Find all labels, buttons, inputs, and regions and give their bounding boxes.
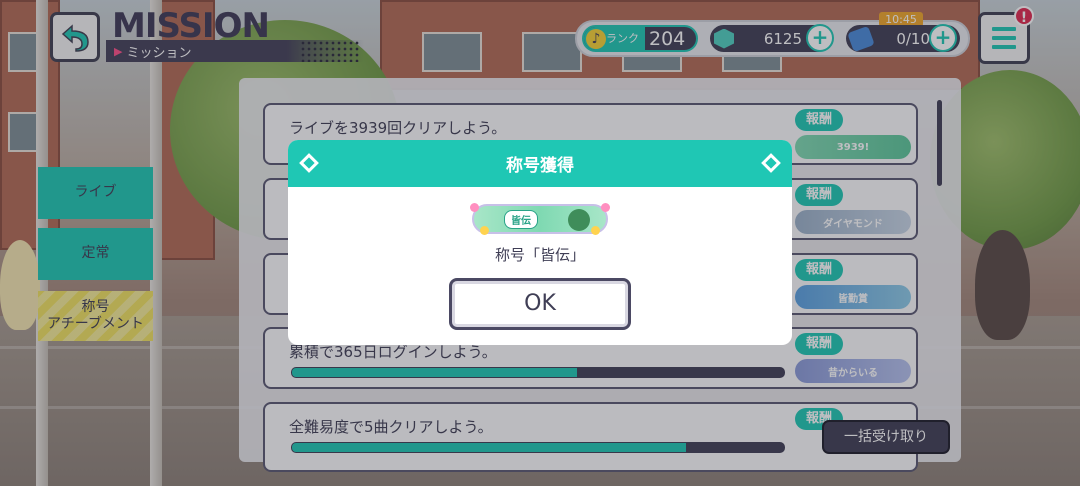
diamond-icon <box>761 153 781 173</box>
title-badge-label: 皆伝 <box>504 209 538 229</box>
modal-message: 称号「皆伝」 <box>494 246 585 264</box>
flower-icon <box>470 203 479 212</box>
modal-title: 称号獲得 <box>506 156 574 176</box>
ok-button[interactable]: OK <box>449 278 631 330</box>
flower-icon <box>591 226 600 235</box>
flower-icon <box>601 203 610 212</box>
title-badge: 皆伝 <box>470 203 610 235</box>
frog-character-icon <box>568 209 590 231</box>
flower-icon <box>480 226 489 235</box>
modal-header: 称号獲得 <box>288 140 792 187</box>
title-acquired-modal: 称号獲得 皆伝 称号「皆伝」 OK <box>288 140 792 345</box>
diamond-icon <box>299 153 319 173</box>
